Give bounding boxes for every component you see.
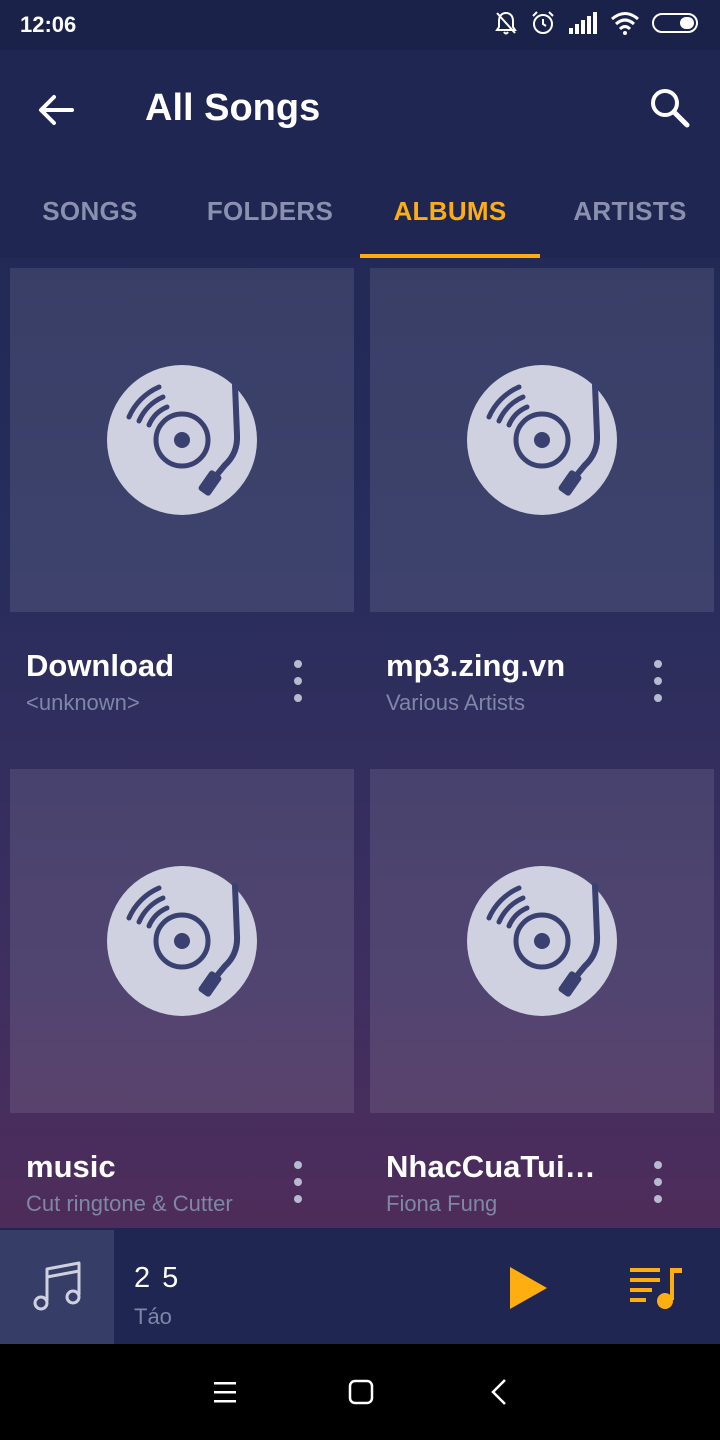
album-grid: Download <unknown> mp3.zing.vn Various A… xyxy=(0,268,720,1228)
album-artist: Fiona Fung xyxy=(386,1191,498,1216)
signal-icon xyxy=(569,12,597,34)
tab-songs[interactable]: SONGS xyxy=(0,168,180,258)
tab-bar: SONGS FOLDERS ALBUMS ARTISTS xyxy=(0,168,720,258)
playlist-icon[interactable] xyxy=(628,1264,684,1310)
tab-indicator xyxy=(360,254,540,258)
tab-folders[interactable]: FOLDERS xyxy=(180,168,360,258)
battery-icon xyxy=(652,13,698,33)
more-options-icon[interactable] xyxy=(284,1161,312,1203)
album-thumbnail[interactable] xyxy=(370,268,714,612)
arrow-left-icon[interactable] xyxy=(34,88,78,132)
status-time: 12:06 xyxy=(20,12,77,37)
vinyl-turntable-icon xyxy=(467,866,617,1016)
now-playing-title: 2 5 xyxy=(134,1262,181,1294)
album-artist: Various Artists xyxy=(386,690,525,715)
mini-player[interactable]: 2 5 Táo xyxy=(0,1228,720,1344)
tab-artists[interactable]: ARTISTS xyxy=(540,168,720,258)
wifi-icon xyxy=(611,12,639,35)
vinyl-turntable-icon xyxy=(467,365,617,515)
vinyl-turntable-icon xyxy=(107,365,257,515)
status-bar: 12:06 xyxy=(0,0,720,50)
menu-icon[interactable] xyxy=(205,1374,245,1410)
vinyl-turntable-icon xyxy=(107,866,257,1016)
page-title: All Songs xyxy=(145,87,321,129)
system-nav-bar xyxy=(0,1344,720,1440)
album-thumbnail[interactable] xyxy=(10,769,354,1113)
more-options-icon[interactable] xyxy=(284,660,312,702)
home-icon[interactable] xyxy=(341,1374,381,1410)
now-playing-artist: Táo xyxy=(134,1304,172,1329)
album-title: music xyxy=(26,1149,116,1184)
mini-player-art[interactable] xyxy=(0,1230,114,1344)
album-title: NhacCuaTui.com xyxy=(386,1149,596,1184)
album-title: Download xyxy=(26,648,175,683)
more-options-icon[interactable] xyxy=(644,660,672,702)
status-icons xyxy=(494,10,700,36)
music-note-icon xyxy=(33,1261,81,1311)
tab-albums[interactable]: ALBUMS xyxy=(360,168,540,258)
album-artist: Cut ringtone & Cutter xyxy=(26,1191,233,1216)
album-thumbnail[interactable] xyxy=(10,268,354,612)
album-title: mp3.zing.vn xyxy=(386,648,566,683)
app-bar: All Songs xyxy=(0,50,720,168)
play-icon[interactable] xyxy=(505,1264,551,1312)
back-icon[interactable] xyxy=(479,1374,519,1410)
alarm-icon xyxy=(532,11,554,34)
album-artist: <unknown> xyxy=(26,690,140,715)
album-thumbnail[interactable] xyxy=(370,769,714,1113)
bell-off-icon xyxy=(495,11,517,35)
search-icon[interactable] xyxy=(648,86,692,130)
more-options-icon[interactable] xyxy=(644,1161,672,1203)
